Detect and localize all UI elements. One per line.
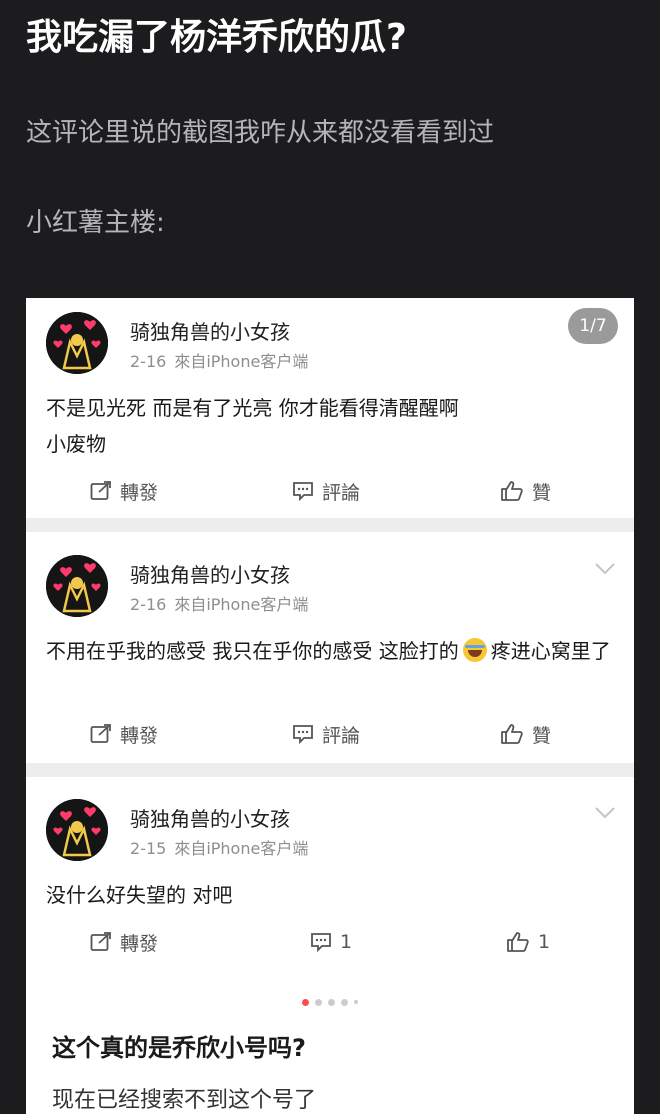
post-action-bar: 轉發 評論 贊 (26, 468, 634, 514)
like-count: 1 (538, 931, 551, 953)
repost-icon (90, 932, 112, 952)
page-title: 我吃漏了杨洋乔欣的瓜? (26, 17, 407, 58)
post-date: 2-16 (130, 595, 167, 614)
like-button[interactable]: 1 (506, 919, 550, 965)
comment-button[interactable]: 評論 (292, 711, 360, 757)
like-button[interactable]: 贊 (500, 468, 551, 514)
carousel-dot[interactable] (315, 998, 322, 1006)
weibo-post-card: 骑独角兽的小女孩 2-16 來自iPhone客户端 不用在乎我的感受 我只在乎你的… (26, 541, 634, 763)
repost-button[interactable]: 轉發 (90, 711, 158, 757)
username[interactable]: 骑独角兽的小女孩 (130, 316, 290, 345)
comment-icon (292, 724, 314, 744)
avatar[interactable] (46, 799, 108, 861)
like-icon (506, 931, 530, 953)
post-text-content: 没什么好失望的 对吧 (46, 883, 233, 907)
chevron-down-icon[interactable] (594, 561, 616, 575)
comment-icon (310, 932, 332, 952)
subtext-line: 这评论里说的截图我咋从来都没看看到过 (26, 118, 495, 148)
avatar[interactable] (46, 312, 108, 374)
chevron-down-icon[interactable] (594, 805, 616, 819)
carousel-dot[interactable] (354, 1000, 358, 1004)
like-label: 贊 (532, 481, 552, 504)
laughing-crying-emoji-icon (462, 638, 487, 662)
weibo-post-card: 骑独角兽的小女孩 2-16 來自iPhone客户端 1/7 不是见光死 而是有了光… (26, 298, 634, 518)
post-text: 不是见光死 而是有了光亮 你才能看得清醒醒啊 小废物 (46, 390, 466, 462)
username[interactable]: 骑独角兽的小女孩 (130, 803, 290, 832)
repost-button[interactable]: 轉發 (90, 919, 158, 965)
carousel-dot[interactable] (328, 998, 335, 1006)
repost-icon (90, 481, 112, 501)
comment-count: 1 (340, 931, 353, 953)
post-separator (26, 763, 634, 777)
post-meta: 2-16 來自iPhone客户端 (130, 591, 308, 615)
carousel-dot[interactable] (302, 998, 309, 1006)
repost-label: 轉發 (120, 481, 159, 504)
subtext-line: 小红薯主楼: (26, 208, 165, 238)
like-icon (500, 480, 524, 502)
repost-button[interactable]: 轉發 (90, 468, 158, 514)
like-icon (500, 723, 524, 745)
post-text-content: 不用在乎我的感受 我只在乎你的感受 这脸打的 (46, 639, 459, 663)
post-source: 來自iPhone客户端 (174, 352, 309, 371)
like-label: 贊 (532, 724, 552, 747)
username[interactable]: 骑独角兽的小女孩 (130, 559, 290, 588)
post-separator (26, 518, 634, 532)
comment-icon (292, 481, 314, 501)
comment-label: 評論 (322, 481, 361, 504)
post-source: 來自iPhone客户端 (174, 839, 309, 858)
repost-icon (90, 724, 112, 744)
post-date: 2-16 (130, 352, 167, 371)
post-text-content: 疼进心窝里了 (490, 639, 611, 663)
post-action-bar: 轉發 1 1 (26, 919, 634, 965)
note-body: 现在已经搜索不到这个号了 (52, 1088, 317, 1113)
comment-button[interactable]: 評論 (292, 468, 360, 514)
repost-label: 轉發 (120, 724, 159, 747)
note-title: 这个真的是乔欣小号吗? (52, 1034, 306, 1062)
avatar[interactable] (46, 555, 108, 617)
post-action-bar: 轉發 評論 贊 (26, 711, 634, 757)
carousel-dot[interactable] (341, 998, 348, 1006)
post-meta: 2-16 來自iPhone客户端 (130, 348, 308, 372)
post-text: 不用在乎我的感受 我只在乎你的感受 这脸打的 疼进心窝里了 (46, 633, 622, 669)
post-source: 來自iPhone客户端 (174, 595, 309, 614)
comment-button[interactable]: 1 (310, 919, 352, 965)
comment-label: 評論 (322, 724, 361, 747)
post-date: 2-15 (130, 839, 167, 858)
carousel-indicator (26, 996, 634, 1008)
like-button[interactable]: 贊 (500, 711, 551, 757)
weibo-post-card: 骑独角兽的小女孩 2-15 來自iPhone客户端 没什么好失望的 对吧 轉發 (26, 785, 634, 975)
xiaohongshu-post-page: 我吃漏了杨洋乔欣的瓜? 这评论里说的截图我咋从来都没看看到过 小红薯主楼: 骑独… (0, 0, 660, 1114)
weibo-screenshot[interactable]: 骑独角兽的小女孩 2-16 來自iPhone客户端 1/7 不是见光死 而是有了光… (26, 298, 634, 1114)
post-text: 没什么好失望的 对吧 (46, 877, 622, 913)
repost-label: 轉發 (120, 932, 159, 955)
page-indicator-badge: 1/7 (568, 308, 618, 344)
post-meta: 2-15 來自iPhone客户端 (130, 835, 308, 859)
post-text-content: 不是见光死 而是有了光亮 你才能看得清醒醒啊 小废物 (46, 396, 459, 456)
